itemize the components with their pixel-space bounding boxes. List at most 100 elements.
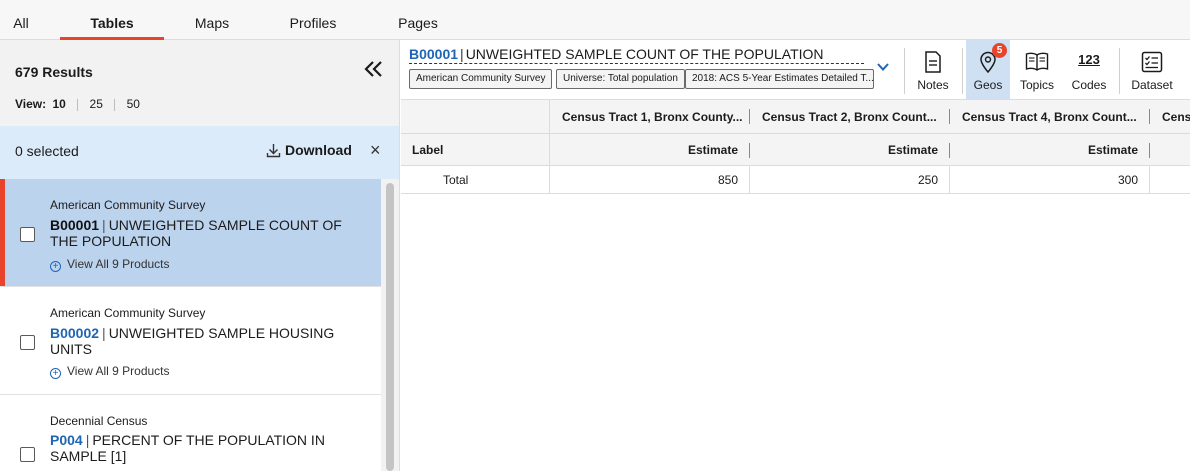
selected-count: 0 selected [15, 143, 79, 159]
table-title[interactable]: B00001 | UNWEIGHTED SAMPLE COUNT OF THE PO… [409, 46, 864, 64]
item-title[interactable]: B00002 | UNWEIGHTED SAMPLE HOUSING UNITS [50, 325, 360, 357]
codes-icon: 123 [1078, 52, 1100, 67]
divider [1119, 48, 1120, 94]
view-option-25[interactable]: 25 [90, 97, 103, 111]
download-label: Download [285, 142, 352, 158]
item-checkbox[interactable] [20, 335, 35, 350]
results-list: American Community Survey B00001 | UNWEIGH… [0, 179, 381, 471]
tab-all[interactable]: All [0, 0, 42, 40]
tab-tables[interactable]: Tables [60, 0, 164, 40]
divider: | [102, 325, 106, 341]
notes-icon [925, 51, 941, 73]
tab-pages[interactable]: Pages [388, 0, 448, 40]
plus-circle-icon: + [50, 261, 61, 272]
geo-column-header[interactable]: Census Tract 2, Bronx Count... [750, 100, 950, 133]
geos-label: Geos [973, 78, 1003, 92]
table-header: B00001 | UNWEIGHTED SAMPLE COUNT OF THE PO… [401, 40, 1190, 100]
double-chevron-left-icon[interactable] [362, 58, 384, 80]
products-label: View All 9 Products [67, 364, 170, 378]
item-title[interactable]: B00001 | UNWEIGHTED SAMPLE COUNT OF THE PO… [50, 217, 360, 249]
chevron-down-icon[interactable] [876, 60, 890, 74]
selection-bar: 0 selected Download × [0, 126, 399, 179]
view-count-selector: View: 10 25 50 [15, 97, 148, 111]
item-title[interactable]: P004 | PERCENT OF THE POPULATION IN SAMPLE… [50, 432, 360, 464]
view-products-link[interactable]: + View All 9 Products [50, 257, 170, 272]
codes-label: Codes [1071, 78, 1107, 92]
table-cell: 250 [917, 173, 938, 187]
table-code: B00001 [409, 46, 459, 62]
estimate-header[interactable]: Estimate [550, 134, 738, 165]
divider [962, 48, 963, 94]
label-column-header[interactable]: Label [412, 134, 532, 165]
table-title-text: UNWEIGHTED SAMPLE COUNT OF THE POPULATIO… [465, 46, 824, 62]
divider: | [85, 432, 90, 448]
list-item[interactable]: Decennial Census P004 | PERCENT OF THE POP… [0, 395, 381, 471]
close-icon[interactable]: × [370, 140, 381, 161]
geo-column-header[interactable]: Census Tract 4, Bronx Count... [950, 100, 1150, 133]
tab-tables-label: Tables [90, 15, 134, 31]
topics-label: Topics [1019, 78, 1054, 92]
geo-header-row: Census Tract 1, Bronx County... Census T… [401, 100, 1190, 134]
table-row: Total 850 250 300 [401, 166, 1190, 194]
download-button[interactable]: Download [266, 142, 352, 158]
estimate-header[interactable]: Estimate [750, 134, 938, 165]
table-cell: 300 [1117, 173, 1138, 187]
checklist-icon [1141, 51, 1163, 73]
products-label: View All 9 Products [67, 257, 170, 271]
divider: | [102, 217, 106, 233]
divider [904, 48, 905, 94]
tab-profiles[interactable]: Profiles [278, 0, 348, 40]
list-item[interactable]: American Community Survey B00002 | UNWEIGH… [0, 287, 381, 395]
data-table: Census Tract 1, Bronx County... Census T… [401, 100, 1190, 471]
item-code: B00002 [50, 325, 100, 341]
divider [77, 98, 79, 111]
geos-count-badge: 5 [992, 43, 1007, 58]
item-code: P004 [50, 432, 83, 448]
item-code: B00001 [50, 217, 100, 233]
notes-label: Notes [917, 78, 949, 92]
tab-all-label: All [13, 15, 29, 31]
chip-product: 2018: ACS 5-Year Estimates Detailed T... [685, 69, 874, 89]
geo-column-header[interactable]: Cens [1150, 100, 1190, 133]
book-icon [1025, 52, 1049, 71]
view-label: View: [15, 97, 47, 111]
selected-accent-bar [0, 179, 5, 286]
view-option-50[interactable]: 50 [127, 97, 140, 111]
dataset-label: Dataset [1131, 78, 1173, 92]
tab-profiles-label: Profiles [289, 15, 337, 31]
divider: | [460, 46, 464, 62]
item-checkbox[interactable] [20, 227, 35, 242]
plus-circle-icon: + [50, 368, 61, 379]
divider [1149, 143, 1150, 158]
topics-button[interactable]: Topics [1013, 40, 1061, 99]
tab-maps[interactable]: Maps [182, 0, 242, 40]
results-count: 679 Results [15, 64, 93, 80]
row-label: Total [443, 173, 469, 187]
results-panel: 679 Results View: 10 25 50 0 selected Do… [0, 40, 400, 471]
item-survey: American Community Survey [50, 198, 206, 212]
top-tab-bar: All Tables Maps Profiles Pages [0, 0, 1190, 40]
geo-column-header[interactable]: Census Tract 1, Bronx County... [550, 100, 750, 133]
geos-button[interactable]: 5 Geos [966, 40, 1010, 99]
item-title-text: PERCENT OF THE POPULATION IN SAMPLE [1] [50, 432, 325, 464]
codes-button[interactable]: 123 Codes [1065, 40, 1113, 99]
item-checkbox[interactable] [20, 447, 35, 462]
item-survey: American Community Survey [50, 306, 206, 320]
download-icon [266, 144, 281, 158]
view-products-link[interactable]: + View All 9 Products [50, 364, 170, 379]
list-item[interactable]: American Community Survey B00001 | UNWEIGH… [0, 179, 381, 287]
subheader-row: Label Estimate Estimate Estimate [401, 134, 1190, 166]
scrollbar-thumb[interactable] [386, 183, 394, 471]
scrollbar[interactable] [384, 183, 396, 471]
tab-maps-label: Maps [194, 15, 230, 31]
estimate-header[interactable]: Estimate [950, 134, 1138, 165]
notes-button[interactable]: Notes [910, 40, 956, 99]
dataset-button[interactable]: Dataset [1125, 40, 1179, 99]
chip-survey: American Community Survey [409, 69, 553, 89]
divider [114, 98, 116, 111]
tab-pages-label: Pages [398, 15, 438, 31]
table-cell: 850 [717, 173, 738, 187]
view-option-10[interactable]: 10 [52, 97, 65, 111]
chip-universe: Universe: Total population [556, 69, 685, 89]
item-survey: Decennial Census [50, 414, 148, 428]
